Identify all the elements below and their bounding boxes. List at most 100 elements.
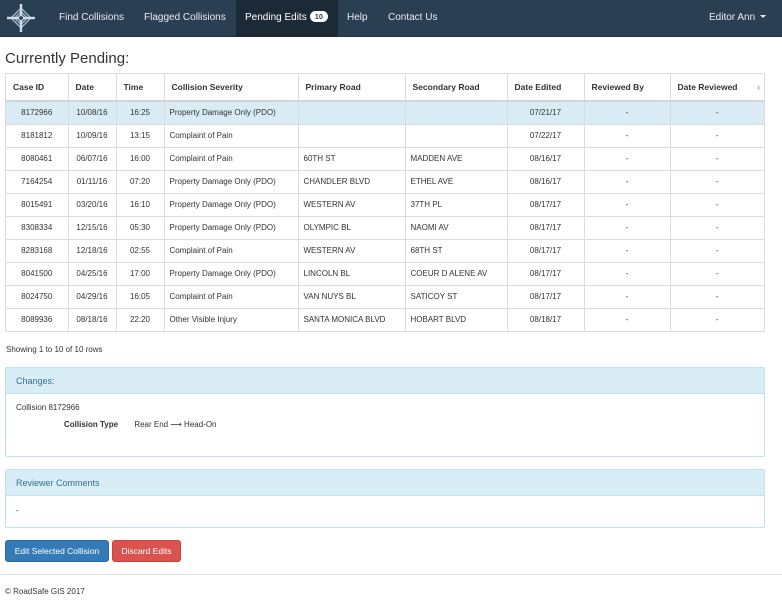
roadsafe-logo-icon[interactable] xyxy=(4,3,38,33)
column-header[interactable]: Time xyxy=(116,74,165,102)
table-cell: 8015491 xyxy=(6,192,69,216)
table-header-row: Case ID Date Time Collision Severity Pri… xyxy=(6,74,764,102)
nav-label: Find Collisions xyxy=(59,12,125,23)
table-cell: HOBART BLVD xyxy=(405,307,508,331)
table-cell: MADDEN AVE xyxy=(405,146,508,170)
table-cell: Property Damage Only (PDO) xyxy=(164,261,299,285)
column-header[interactable]: Date xyxy=(68,74,117,102)
table-cell: Property Damage Only (PDO) xyxy=(164,192,299,216)
table-cell: OLYMPIC BL xyxy=(298,215,406,239)
footer-copyright: © RoadSafe GIS 2017 xyxy=(5,587,85,596)
table-cell: 08/17/17 xyxy=(507,215,585,239)
nav-find-collisions[interactable]: Find Collisions xyxy=(52,0,131,37)
table-cell: 22:20 xyxy=(116,307,165,331)
table-row[interactable]: 8308334 12/15/16 05:30 Property Damage Only… xyxy=(6,215,764,239)
column-header-label: Date Edited xyxy=(514,82,562,92)
change-to-value: Head-On xyxy=(184,420,217,429)
change-row: Collision Type Rear End ⟶ Head-On xyxy=(64,420,754,429)
table-row[interactable]: 8041500 04/25/16 17:00 Property Damage Only… xyxy=(6,261,764,285)
table-row[interactable]: 8089936 08/18/16 22:20 Other Visible Injury… xyxy=(6,307,764,331)
nav-contact-us[interactable]: Contact Us xyxy=(381,0,444,37)
table-cell: Property Damage Only (PDO) xyxy=(164,169,299,193)
table-row[interactable]: 8080461 06/07/16 16:00 Complaint of Pain 60T… xyxy=(6,146,764,170)
column-header[interactable]: Date Reviewed ⬍ xyxy=(670,74,764,102)
table-cell xyxy=(405,123,508,147)
table-cell: 16:05 xyxy=(116,284,165,308)
nav-label: Flagged Collisions xyxy=(144,12,226,23)
column-header-label: Date Reviewed xyxy=(677,82,738,92)
page-title: Currently Pending: xyxy=(5,50,130,67)
changes-panel: Changes: Collision 8172966 Collision Typ… xyxy=(5,367,765,457)
change-field-label: Collision Type xyxy=(64,420,119,429)
table-cell: 12/18/16 xyxy=(68,238,117,262)
table-cell: 08/16/17 xyxy=(507,169,585,193)
discard-edits-button[interactable]: Discard Edits xyxy=(112,540,181,562)
table-cell: Complaint of Pain xyxy=(164,284,299,308)
table-cell: 06/07/16 xyxy=(68,146,117,170)
table-cell: - xyxy=(584,238,671,262)
change-from-value: Rear End xyxy=(134,420,169,429)
table-cell: - xyxy=(670,146,764,170)
table-cell xyxy=(405,100,508,124)
collision-label: Collision 8172966 xyxy=(16,403,80,412)
table-cell: 03/20/16 xyxy=(68,192,117,216)
table-cell: - xyxy=(584,146,671,170)
table-cell: WESTERN AV xyxy=(298,192,406,216)
changes-body: Collision 8172966 Collision Type Rear En… xyxy=(6,394,764,438)
column-header[interactable]: Reviewed By xyxy=(584,74,671,102)
edit-selected-collision-button[interactable]: Edit Selected Collision xyxy=(5,540,109,562)
table-cell: - xyxy=(670,307,764,331)
table-cell: CHANDLER BLVD xyxy=(298,169,406,193)
pending-count-badge: 10 xyxy=(309,11,329,22)
table-cell: 8080461 xyxy=(6,146,69,170)
table-cell: 04/25/16 xyxy=(68,261,117,285)
table-cell: - xyxy=(584,123,671,147)
table-cell: 08/17/17 xyxy=(507,238,585,262)
column-header-label: Collision Severity xyxy=(171,82,243,92)
table-row[interactable]: 8181812 10/09/16 13:15 Complaint of Pain 07/… xyxy=(6,123,764,147)
column-header[interactable]: Case ID xyxy=(6,74,69,102)
user-menu[interactable]: Editor Ann xyxy=(702,0,773,37)
table-cell: SANTA MONICA BLVD xyxy=(298,307,406,331)
column-header-label: Time xyxy=(123,82,144,92)
column-header[interactable]: Date Edited xyxy=(507,74,585,102)
table-cell: Complaint of Pain xyxy=(164,238,299,262)
nav-pending-edits[interactable]: Pending Edits 10 xyxy=(236,0,338,37)
column-header-label: Secondary Road xyxy=(412,82,480,92)
table-cell: - xyxy=(584,192,671,216)
table-cell: 8181812 xyxy=(6,123,69,147)
table-cell: - xyxy=(584,284,671,308)
table-cell: - xyxy=(584,169,671,193)
arrow-right-icon: ⟶ xyxy=(170,420,182,429)
table-cell: Complaint of Pain xyxy=(164,146,299,170)
table-cell: 16:00 xyxy=(116,146,165,170)
column-header[interactable]: Collision Severity xyxy=(164,74,299,102)
table-cell xyxy=(298,100,406,124)
table-cell: Other Visible Injury xyxy=(164,307,299,331)
table-cell: 13:15 xyxy=(116,123,165,147)
table-cell: COEUR D ALENE AV xyxy=(405,261,508,285)
table-cell: 16:10 xyxy=(116,192,165,216)
table-row[interactable]: 8172966 10/08/16 16:25 Property Damage Only… xyxy=(6,100,764,124)
table-cell: 8024750 xyxy=(6,284,69,308)
table-cell: 04/29/16 xyxy=(68,284,117,308)
table-row[interactable]: 7164254 01/11/16 07:20 Property Damage Only… xyxy=(6,169,764,193)
table-cell: 12/15/16 xyxy=(68,215,117,239)
table-row[interactable]: 8015491 03/20/16 16:10 Property Damage Only… xyxy=(6,192,764,216)
nav-help[interactable]: Help xyxy=(340,0,375,37)
table-cell: 07/21/17 xyxy=(507,100,585,124)
table-cell: - xyxy=(670,215,764,239)
table-cell: - xyxy=(670,284,764,308)
column-header-label: Date xyxy=(75,82,94,92)
column-header[interactable]: Secondary Road xyxy=(405,74,508,102)
table-row[interactable]: 8283168 12/18/16 02:55 Complaint of Pain WES… xyxy=(6,238,764,262)
table-cell: 10/08/16 xyxy=(68,100,117,124)
table-cell: 8172966 xyxy=(6,100,69,124)
nav-flagged-collisions[interactable]: Flagged Collisions xyxy=(137,0,233,37)
table-cell: 02:55 xyxy=(116,238,165,262)
table-cell: ETHEL AVE xyxy=(405,169,508,193)
reviewer-comments-panel: Reviewer Comments - xyxy=(5,469,765,528)
table-row[interactable]: 8024750 04/29/16 16:05 Complaint of Pain VAN… xyxy=(6,284,764,308)
table-cell: 16:25 xyxy=(116,100,165,124)
column-header[interactable]: Primary Road xyxy=(298,74,406,102)
